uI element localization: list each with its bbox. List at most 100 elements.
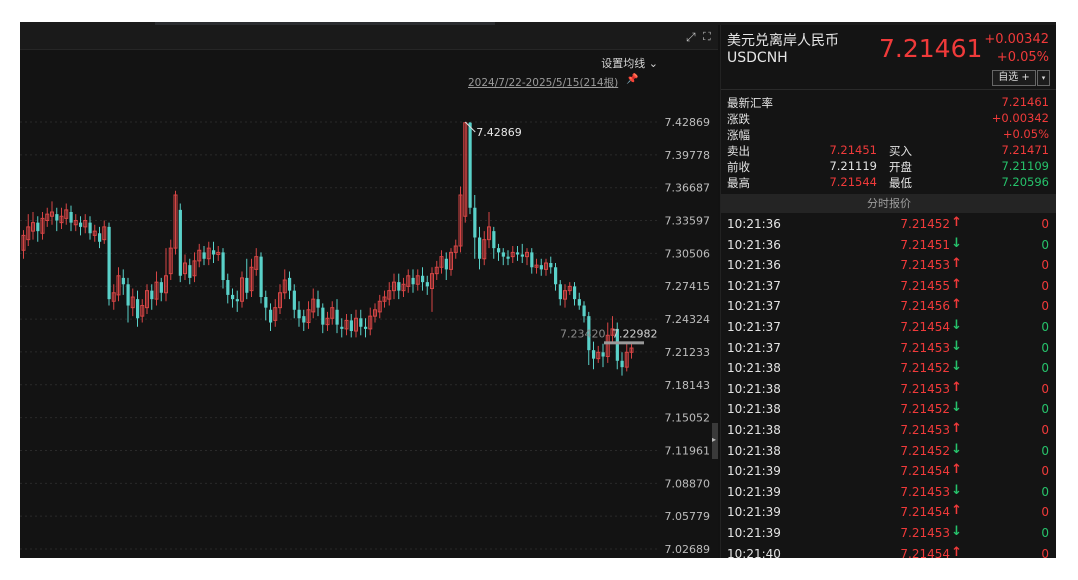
tick-list-header: 分时报价 [721,194,1056,213]
candle-body [121,277,125,285]
y-tick-label: 7.24324 [665,313,711,326]
y-tick-label: 7.02689 [665,543,711,556]
arrow-down-icon: ↓ [951,482,962,498]
stat-change-pct: 涨幅 +0.05% [721,127,1056,143]
tick-time: 10:21:38 [727,361,781,376]
tick-row[interactable]: 10:21:37 7.21455 ↑ 0 [721,277,1056,298]
tick-row[interactable]: 10:21:38 7.21453 ↑ 0 [721,380,1056,401]
candle-body [364,326,368,329]
candle-body [269,309,273,323]
quote-panel: 美元兑离岸人民币 USDCNH 7.21461 +0.00342 +0.05% … [720,25,1056,558]
ma-setting-dropdown[interactable]: 设置均线 ⌄ [601,55,658,71]
tick-row[interactable]: 10:21:39 7.21454 ↑ 0 [721,503,1056,524]
tick-row[interactable]: 10:21:37 7.21453 ↓ 0 [721,339,1056,360]
candlestick-chart[interactable]: 7.42869 7.39778 7.36687 7.33597 7.30506 7.274… [20,25,718,558]
tick-row[interactable]: 10:21:37 7.21456 ↑ 0 [721,297,1056,318]
date-range-label[interactable]: 2024/7/22-2025/5/15(214根) [468,75,618,90]
pin-icon[interactable]: 📌 [626,74,638,85]
tick-row[interactable]: 10:21:38 7.21453 ↑ 0 [721,421,1056,442]
price-change: +0.00342 [984,32,1049,47]
candle-body [577,299,581,306]
watchlist-dropdown-button[interactable]: ▾ [1037,70,1050,86]
chart-panel[interactable]: ⤢ ⛶ 7.42869 7.39778 7.36687 7.33597 7.30506 7… [20,25,718,558]
tick-time: 10:21:38 [727,402,781,417]
tick-row[interactable]: 10:21:39 7.21453 ↓ 0 [721,524,1056,545]
tick-time: 10:21:40 [727,546,781,559]
candle-body [321,307,325,325]
stat-sell-buy: 卖出 7.21451 买入 7.21471 [721,143,1056,159]
candle-body [473,207,477,238]
tick-row[interactable]: 10:21:38 7.21452 ↓ 0 [721,400,1056,421]
stat-label: 最高 [727,176,750,190]
candle-body [136,299,140,319]
collapse-panel-handle[interactable]: ▸ [712,423,718,459]
tick-volume: 0 [1041,319,1049,334]
y-tick-label: 7.42869 [665,116,711,129]
y-tick-label: 7.39778 [665,149,711,162]
y-tick-label: 7.30506 [665,247,711,260]
candle-body [235,299,239,302]
instrument-name: 美元兑离岸人民币 [727,33,839,49]
tick-time: 10:21:37 [727,319,781,334]
tick-row[interactable]: 10:21:39 7.21454 ↑ 0 [721,462,1056,483]
tick-volume: 0 [1041,464,1049,479]
candle-body [259,256,263,298]
y-tick-label: 7.33597 [665,215,711,228]
divider [721,89,1056,90]
tick-row[interactable]: 10:21:36 7.21452 ↑ 0 [721,215,1056,236]
candle-body [335,309,339,325]
tick-row[interactable]: 10:21:38 7.21452 ↓ 0 [721,359,1056,380]
candle-body [69,212,73,223]
arrow-up-icon: ↑ [951,276,962,292]
candle-body [425,282,429,287]
tick-time: 10:21:39 [727,484,781,499]
candle-body [178,209,182,276]
add-watchlist-button[interactable]: 自选 + [992,70,1036,86]
instrument-code: USDCNH [727,50,788,66]
tick-time: 10:21:39 [727,505,781,520]
tick-time: 10:21:36 [727,237,781,252]
tick-list[interactable]: 10:21:36 7.21452 ↑ 0 10:21:36 7.21451 ↓ 0 10:21:… [721,215,1056,558]
candle-body [245,277,249,293]
stat-label: 涨跌 [727,112,750,126]
tick-row[interactable]: 10:21:39 7.21453 ↓ 0 [721,483,1056,504]
candle-body [592,350,596,359]
candle-body [549,263,553,268]
arrow-down-icon: ↓ [951,523,962,539]
tick-price: 7.21453 [900,340,950,355]
tick-row[interactable]: 10:21:36 7.21451 ↓ 0 [721,236,1056,257]
candle-body [340,326,344,329]
candle-body [478,237,482,259]
tick-volume: 0 [1041,381,1049,396]
tick-row[interactable]: 10:21:38 7.21452 ↓ 0 [721,442,1056,463]
arrow-up-icon: ↑ [951,544,962,559]
last-price-label: 7.23420 [560,327,606,340]
y-tick-label: 7.11961 [665,444,711,457]
tick-time: 10:21:36 [727,258,781,273]
candle-body [202,252,206,259]
candle-body [492,231,496,249]
tick-row[interactable]: 10:21:36 7.21453 ↑ 0 [721,256,1056,277]
tick-row[interactable]: 10:21:37 7.21454 ↓ 0 [721,318,1056,339]
candle-body [302,316,306,323]
y-tick-label: 7.05779 [665,510,711,523]
arrow-up-icon: ↑ [951,462,962,478]
candle-body [226,280,230,295]
tick-price: 7.21451 [900,237,950,252]
candle-body [36,222,40,232]
tick-volume: 0 [1041,217,1049,231]
tick-price: 7.21453 [900,381,950,396]
tick-price: 7.21454 [900,319,950,334]
arrow-down-icon: ↓ [951,359,962,375]
stat-label: 涨幅 [727,128,750,142]
tick-time: 10:21:37 [727,340,781,355]
y-tick-label: 7.36687 [665,182,711,195]
arrow-down-icon: ↓ [951,235,962,251]
candle-body [520,254,524,257]
high-marker-label: 7.42869 [476,126,522,139]
stat-value: 7.21544 [829,175,877,189]
stat-label: 最新汇率 [727,96,773,110]
stat-latest: 最新汇率 7.21461 [721,95,1056,111]
stat-value: 7.21461 [1001,95,1049,109]
tick-row[interactable]: 10:21:40 7.21454 ↑ 0 [721,545,1056,559]
